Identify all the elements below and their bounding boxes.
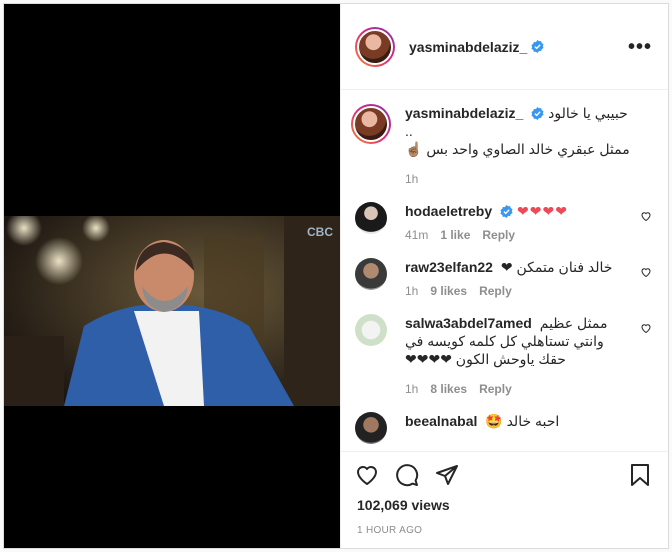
verified-badge-icon (531, 40, 544, 53)
video-frame[interactable]: CBC (4, 216, 340, 406)
comment-username[interactable]: salwa3abdel7amed (405, 315, 532, 331)
comment-icon[interactable] (395, 463, 419, 487)
comment-text-line1: ممثل عظيم (539, 315, 608, 331)
post-actions (341, 451, 668, 497)
save-icon[interactable] (628, 463, 652, 487)
commenter-avatar[interactable] (355, 258, 387, 290)
comment-likes[interactable]: 8 likes (430, 382, 467, 396)
verified-badge-icon (500, 205, 513, 218)
comment-text: خالد فنان متمكن ❤ (500, 259, 613, 275)
comment-likes[interactable]: 9 likes (430, 284, 467, 298)
comment-username[interactable]: hodaeletreby (405, 203, 492, 219)
caption-username[interactable]: yasminabdelaziz_ (405, 105, 523, 121)
commenter-avatar[interactable] (355, 202, 387, 234)
comment-item: salwa3abdel7amed ممثل عظيم وانتي تستاهلي… (355, 314, 652, 396)
verified-badge-icon (531, 107, 544, 120)
comment-text-line2: وانتي تستاهلي كل كلمه كويسه في (405, 333, 604, 349)
comment-like-icon[interactable] (640, 322, 652, 334)
view-count[interactable]: 102,069 views (341, 497, 668, 517)
comments-list[interactable]: yasminabdelaziz_ حبيبي يا خالود .. ممثل … (341, 90, 668, 451)
comment-text: ❤❤❤❤ (517, 203, 568, 219)
comment-like-icon[interactable] (640, 210, 652, 222)
reply-button[interactable]: Reply (479, 382, 512, 396)
comment-time: 41m (405, 228, 429, 242)
post-container: CBC yasminabdelaziz_ ••• yasminabdelaziz… (3, 3, 669, 549)
comment-item: hodaeletreby ❤❤❤❤ 41m 1 like Reply (355, 202, 652, 242)
more-options-icon[interactable]: ••• (628, 37, 652, 57)
reply-button[interactable]: Reply (482, 228, 515, 242)
post-side-panel: yasminabdelaziz_ ••• yasminabdelaziz_ حب… (340, 4, 668, 548)
author-username[interactable]: yasminabdelaziz_ (409, 39, 527, 55)
caption-time: 1h (405, 172, 419, 186)
post-header: yasminabdelaziz_ ••• (341, 4, 668, 90)
comment-time: 1h (405, 382, 419, 396)
share-icon[interactable] (435, 463, 459, 487)
video-thumbnail: CBC (4, 216, 340, 406)
comment-time: 1h (405, 284, 419, 298)
channel-logo: CBC (307, 225, 333, 239)
like-icon[interactable] (355, 463, 379, 487)
video-player[interactable]: CBC (4, 4, 340, 548)
comment-likes[interactable]: 1 like (440, 228, 470, 242)
reply-button[interactable]: Reply (479, 284, 512, 298)
caption-avatar[interactable] (351, 104, 391, 144)
comment-username[interactable]: raw23elfan22 (405, 259, 493, 275)
author-avatar[interactable] (355, 26, 395, 67)
caption-text-line2: ممثل عبقري خالد الصاوي واحد بس ☝🏽 (405, 141, 630, 157)
comment-item: raw23elfan22 خالد فنان متمكن ❤ 1h 9 like… (355, 258, 652, 298)
comment-like-icon[interactable] (640, 266, 652, 278)
post-timestamp[interactable]: 1 HOUR AGO (341, 517, 668, 548)
comment-text-line3: حقك ياوحش الكون ❤❤❤❤ (405, 351, 566, 367)
comment-username[interactable]: beealnabal (405, 413, 477, 429)
commenter-avatar[interactable] (355, 314, 387, 346)
comment-text: احبه خالد 🤩 (485, 413, 560, 429)
caption: yasminabdelaziz_ حبيبي يا خالود .. ممثل … (351, 104, 652, 186)
commenter-avatar[interactable] (355, 412, 387, 444)
comment-item: beealnabal احبه خالد 🤩 (355, 412, 652, 444)
